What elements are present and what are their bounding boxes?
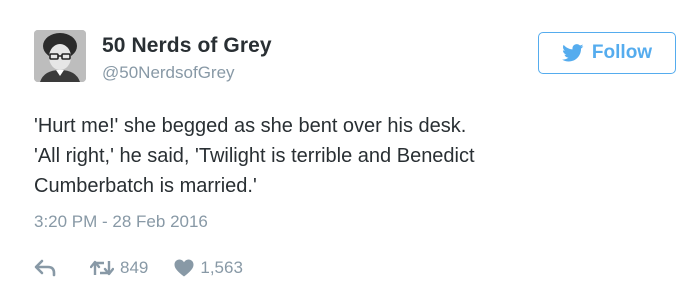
follow-button[interactable]: Follow	[538, 32, 676, 74]
retweet-count: 849	[120, 258, 149, 277]
tweet-card: 50 Nerds of Grey @50NerdsofGrey Follow '…	[0, 0, 700, 302]
twitter-bird-icon	[561, 44, 584, 62]
reply-button[interactable]	[34, 259, 56, 277]
tweet-line: 'All right,' he said, 'Twilight is terri…	[34, 145, 475, 167]
like-count: 1,563	[200, 258, 243, 277]
tweet-line: Cumberbatch is married.'	[34, 175, 257, 197]
reply-icon	[34, 259, 56, 277]
profile-photo	[34, 30, 86, 82]
follow-label: Follow	[591, 42, 653, 63]
avatar[interactable]	[34, 30, 86, 82]
retweet-icon	[90, 260, 114, 276]
tweet-line: 'Hurt me!' she begged as she bent over h…	[34, 115, 467, 137]
tweet-text: 'Hurt me!' she begged as she bent over h…	[34, 111, 674, 201]
timestamp[interactable]: 3:20 PM - 28 Feb 2016	[34, 212, 208, 232]
tweet-actions: 849 1,563	[34, 256, 243, 280]
heart-icon	[174, 259, 194, 277]
retweet-button[interactable]: 849	[90, 258, 148, 278]
user-handle[interactable]: @50NerdsofGrey	[102, 63, 235, 83]
like-button[interactable]: 1,563	[174, 258, 243, 278]
display-name[interactable]: 50 Nerds of Grey	[102, 34, 272, 58]
